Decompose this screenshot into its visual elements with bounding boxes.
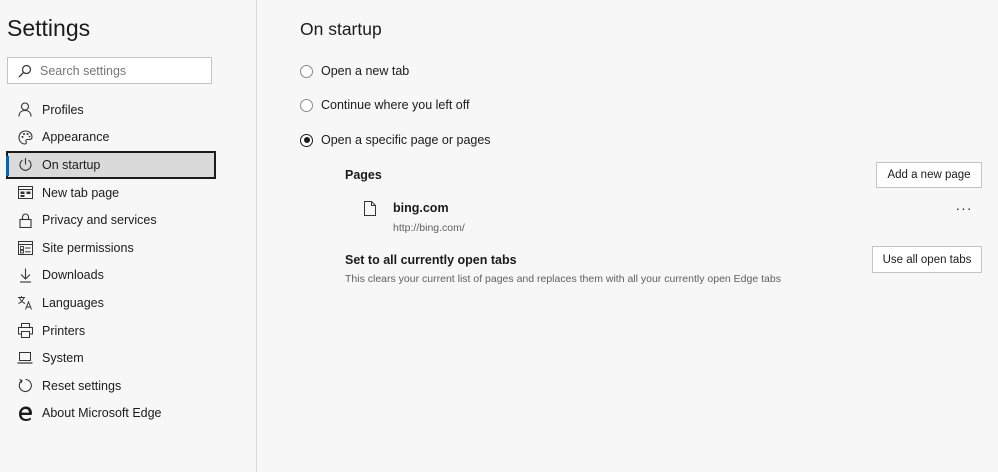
sidebar-item-about[interactable]: About Microsoft Edge [0, 400, 256, 428]
sidebar-item-label: Printers [42, 323, 86, 338]
edge-logo-icon [17, 405, 33, 421]
sidebar-item-profiles[interactable]: Profiles [0, 96, 256, 124]
search-box[interactable] [7, 57, 212, 84]
sidebar-item-label: Reset settings [42, 378, 122, 393]
sidebar-item-label: Privacy and services [42, 213, 157, 228]
sidebar-item-label: Site permissions [42, 240, 134, 255]
power-icon [17, 157, 33, 173]
sidebar-item-label: Languages [42, 295, 104, 310]
pages-label: Pages [345, 168, 382, 182]
printer-icon [17, 323, 33, 339]
sidebar-nav: Profiles Appearance On startup New tab p… [0, 96, 256, 427]
person-icon [17, 102, 33, 118]
sidebar-item-system[interactable]: System [0, 344, 256, 372]
search-icon [18, 63, 34, 79]
set-open-tabs-description: This clears your current list of pages a… [345, 273, 781, 285]
option-label: Open a specific page or pages [321, 133, 491, 147]
radio-open-specific-pages[interactable] [300, 133, 313, 147]
option-open-new-tab[interactable]: Open a new tab [300, 64, 409, 78]
sidebar-item-downloads[interactable]: Downloads [0, 262, 256, 290]
new-tab-icon [17, 185, 33, 201]
radio-open-new-tab[interactable] [300, 64, 313, 78]
page-url: http://bing.com/ [393, 222, 465, 234]
sidebar-item-appearance[interactable]: Appearance [0, 124, 256, 152]
option-continue-where-left-off[interactable]: Continue where you left off [300, 98, 469, 112]
sidebar-item-reset-settings[interactable]: Reset settings [0, 372, 256, 400]
sidebar-item-languages[interactable]: Languages [0, 289, 256, 317]
sidebar-item-label: Profiles [42, 102, 84, 117]
search-input[interactable] [40, 63, 200, 78]
sidebar-item-label: System [42, 351, 84, 366]
option-label: Open a new tab [321, 64, 410, 78]
sidebar: Settings Profiles Appearance On startup [0, 0, 257, 472]
sidebar-item-label: Downloads [42, 268, 104, 283]
sidebar-item-printers[interactable]: Printers [0, 317, 256, 345]
languages-icon [17, 295, 33, 311]
laptop-icon [17, 350, 33, 366]
set-open-tabs-title: Set to all currently open tabs [345, 253, 517, 267]
sidebar-item-site-permissions[interactable]: Site permissions [0, 234, 256, 262]
sidebar-item-label: About Microsoft Edge [42, 406, 162, 421]
sidebar-item-label: On startup [42, 157, 101, 172]
more-actions-button[interactable]: ··· [954, 200, 974, 216]
site-permissions-icon [17, 240, 33, 256]
radio-continue-where-left-off[interactable] [300, 98, 313, 112]
use-all-open-tabs-button[interactable]: Use all open tabs [872, 246, 982, 273]
lock-icon [17, 212, 33, 228]
sidebar-item-privacy[interactable]: Privacy and services [0, 206, 256, 234]
option-label: Continue where you left off [321, 98, 470, 112]
document-icon [364, 201, 376, 221]
sidebar-item-new-tab-page[interactable]: New tab page [0, 179, 256, 207]
page-title: On startup [300, 19, 382, 39]
page-name: bing.com [393, 201, 449, 215]
sidebar-title: Settings [7, 15, 91, 41]
sidebar-item-label: Appearance [42, 130, 110, 145]
palette-icon [17, 129, 33, 145]
reset-icon [17, 378, 33, 394]
add-new-page-button[interactable]: Add a new page [876, 162, 982, 188]
download-icon [17, 267, 33, 283]
sidebar-item-label: New tab page [42, 185, 120, 200]
option-open-specific-pages[interactable]: Open a specific page or pages [300, 133, 491, 147]
sidebar-item-on-startup[interactable]: On startup [6, 151, 216, 179]
